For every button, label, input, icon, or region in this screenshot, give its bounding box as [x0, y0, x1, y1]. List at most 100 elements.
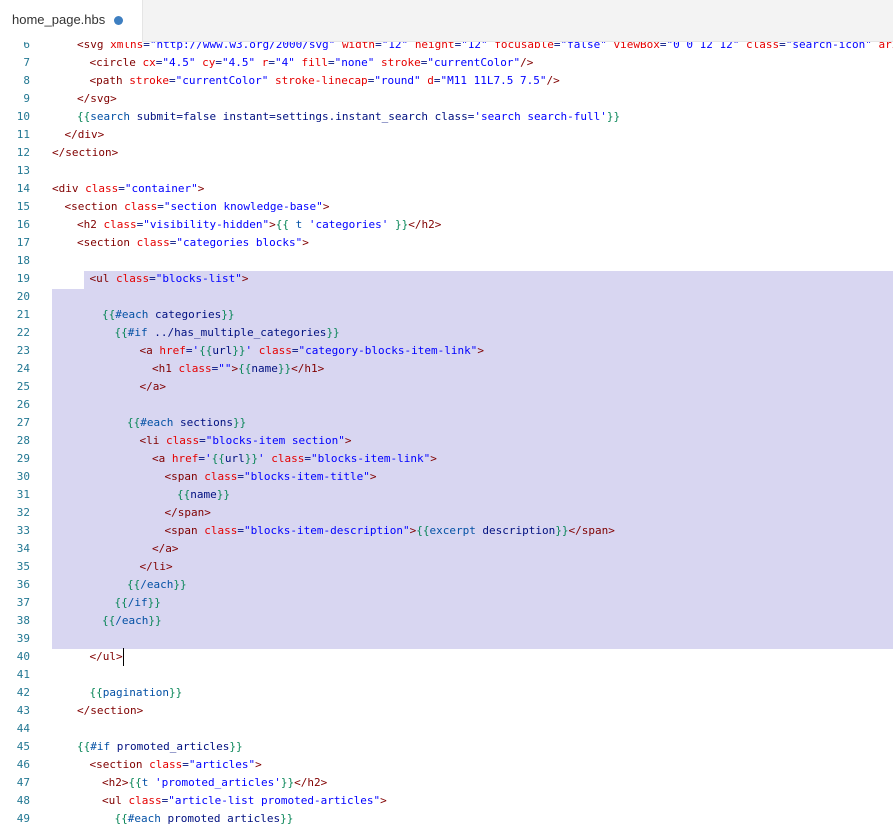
code-line[interactable]: 17 <section class="categories blocks">: [0, 234, 893, 252]
code-token: =: [553, 42, 561, 51]
code-token: class: [116, 272, 150, 285]
code-token: }}: [229, 740, 243, 753]
code-line[interactable]: 16 <h2 class="visibility-hidden">{{ t 'ca…: [0, 216, 893, 234]
code-token: class: [136, 236, 170, 249]
code-line[interactable]: 22 {{#if ../has_multiple_categories}}: [0, 324, 893, 342]
code-token: </h2>: [408, 218, 442, 231]
code-line[interactable]: 9 </svg>: [0, 90, 893, 108]
line-number: 12: [16, 146, 30, 159]
code-token: }}: [221, 308, 235, 321]
code-line[interactable]: 45 {{#if promoted_articles}}: [0, 738, 893, 756]
code-token: "blocks-item-description": [244, 524, 410, 537]
code-token: <circle: [89, 56, 143, 69]
code-line[interactable]: 29 <a href='{{url}}' class="blocks-item-l…: [0, 450, 893, 468]
code-text: <h2 class="visibility-hidden">{{ t 'cate…: [77, 216, 441, 234]
code-token: "category-blocks-item-link": [298, 344, 478, 357]
line-number: 45: [16, 740, 30, 753]
line-number: 23: [16, 344, 30, 357]
code-line[interactable]: 8 <path stroke="currentColor" stroke-line…: [0, 72, 893, 90]
code-line[interactable]: 23 <a href='{{url}}' class="category-bloc…: [0, 342, 893, 360]
code-editor[interactable]: 6 <svg xmlns="http://www.w3.org/2000/svg"…: [0, 42, 893, 824]
code-line[interactable]: 28 <li class="blocks-item section">: [0, 432, 893, 450]
code-token: {{: [102, 308, 116, 321]
code-text: </svg>: [77, 90, 117, 108]
code-token: {{: [77, 110, 91, 123]
code-line[interactable]: 11 </div>: [0, 126, 893, 144]
code-token: <h2: [77, 218, 104, 231]
code-line[interactable]: 24 <h1 class="">{{name}}</h1>: [0, 360, 893, 378]
code-line[interactable]: 38 {{/each}}: [0, 612, 893, 630]
code-line[interactable]: 7 <circle cx="4.5" cy="4.5" r="4" fill="n…: [0, 54, 893, 72]
code-token: class: [746, 42, 780, 51]
code-text: </ul>: [90, 648, 123, 666]
code-token: sections: [173, 416, 233, 429]
code-token: "blocks-item-title": [244, 470, 370, 483]
code-line[interactable]: 31 {{name}}: [0, 486, 893, 504]
code-token: "visibility-hidden": [143, 218, 270, 231]
code-token: url: [212, 344, 233, 357]
code-text: {{#each categories}}: [102, 306, 234, 324]
code-token: </section>: [77, 704, 144, 717]
code-token: }}: [148, 614, 162, 627]
unsaved-changes-dot-icon[interactable]: [114, 16, 123, 25]
code-line[interactable]: 35 </li>: [0, 558, 893, 576]
code-token: <svg: [77, 42, 111, 51]
code-line[interactable]: 27 {{#each sections}}: [0, 414, 893, 432]
code-token: =: [433, 74, 441, 87]
code-token: cx: [142, 56, 156, 69]
code-token: "round": [374, 74, 421, 87]
code-line[interactable]: 32 </span>: [0, 504, 893, 522]
code-line[interactable]: 36 {{/each}}: [0, 576, 893, 594]
code-line[interactable]: 21 {{#each categories}}: [0, 306, 893, 324]
code-line[interactable]: 13: [0, 162, 893, 180]
code-text: <a href='{{url}}' class="category-blocks…: [140, 342, 484, 360]
code-line[interactable]: 33 <span class="blocks-item-description">…: [0, 522, 893, 540]
code-line[interactable]: 30 <span class="blocks-item-title">: [0, 468, 893, 486]
code-line[interactable]: 41: [0, 666, 893, 684]
code-line[interactable]: 19 <ul class="blocks-list">: [0, 270, 893, 288]
code-token: class: [178, 362, 212, 375]
code-line[interactable]: 43 </section>: [0, 702, 893, 720]
code-line[interactable]: 12 </section>: [0, 144, 893, 162]
code-line[interactable]: 37 {{/if}}: [0, 594, 893, 612]
code-token: }}: [244, 452, 258, 465]
code-line[interactable]: 44: [0, 720, 893, 738]
code-line[interactable]: 6 <svg xmlns="http://www.w3.org/2000/svg"…: [0, 42, 893, 54]
code-token: submit=false instant=settings.instant_se…: [130, 110, 475, 123]
code-token: }}: [555, 524, 569, 537]
code-token: </h1>: [291, 362, 325, 375]
code-line[interactable]: 20: [0, 288, 893, 306]
line-number: 11: [16, 128, 30, 141]
code-line[interactable]: 40 </ul>: [0, 648, 893, 666]
code-token: <section: [64, 200, 125, 213]
code-token: excerpt: [429, 524, 476, 537]
code-line[interactable]: 47 <h2>{{t 'promoted_articles'}}</h2>: [0, 774, 893, 792]
code-line[interactable]: 15 <section class="section knowledge-base…: [0, 198, 893, 216]
code-token: >: [302, 236, 309, 249]
code-line[interactable]: 25 </a>: [0, 378, 893, 396]
code-line[interactable]: 18: [0, 252, 893, 270]
code-line[interactable]: 10 {{search submit=false instant=settings…: [0, 108, 893, 126]
code-token: {{: [275, 218, 296, 231]
code-line[interactable]: 42 {{pagination}}: [0, 684, 893, 702]
code-line[interactable]: 48 <ul class="article-list promoted-artic…: [0, 792, 893, 810]
code-line[interactable]: 34 </a>: [0, 540, 893, 558]
code-text: <ul class="blocks-list">: [90, 270, 249, 288]
code-line[interactable]: 49 {{#each promoted_articles}}: [0, 810, 893, 824]
code-token: "0 0 12 12": [666, 42, 740, 51]
code-line[interactable]: 39: [0, 630, 893, 648]
code-token: ': [258, 452, 265, 465]
line-number: 22: [16, 326, 30, 339]
code-token: {{: [177, 488, 191, 501]
tab-home-page-hbs[interactable]: home_page.hbs: [0, 0, 143, 42]
code-line[interactable]: 26: [0, 396, 893, 414]
code-line[interactable]: 14 <div class="container">: [0, 180, 893, 198]
code-text: {{/if}}: [115, 594, 161, 612]
code-token: "12": [461, 42, 488, 51]
code-token: href: [159, 344, 186, 357]
code-line[interactable]: 46 <section class="articles">: [0, 756, 893, 774]
code-token: class: [258, 344, 292, 357]
